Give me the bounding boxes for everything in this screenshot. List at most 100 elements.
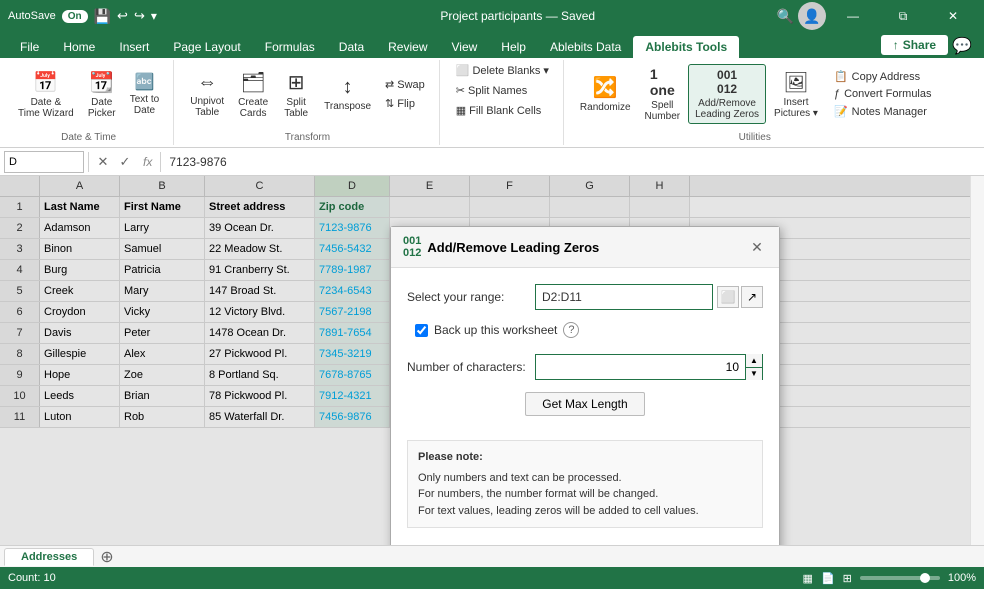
comment-button[interactable]: 💬 [948, 36, 976, 56]
date-picker-button[interactable]: 📆 DatePicker [82, 67, 122, 122]
tab-page-layout[interactable]: Page Layout [161, 36, 252, 58]
formula-buttons: ✕ ✓ [93, 152, 135, 172]
leading-zeros-dialog: 001012 Add/Remove Leading Zeros ✕ Select… [390, 226, 780, 545]
share-button[interactable]: ↑ Share [881, 35, 948, 55]
split-names-button[interactable]: ✂ Split Names [450, 82, 534, 99]
copy-address-icon: 📋 [834, 70, 848, 83]
tab-data[interactable]: Data [327, 36, 376, 58]
close-button[interactable]: ✕ [930, 0, 976, 32]
copy-address-button[interactable]: 📋 Copy Address [830, 69, 936, 84]
datetime-group-label: Date & Time [61, 128, 116, 143]
dialog-title-icon: 001012 [403, 235, 421, 259]
tab-file[interactable]: File [8, 36, 51, 58]
chars-row: Number of characters: ▲ ▼ [407, 354, 763, 380]
ribbon-group-transform: ⇔ UnpivotTable 🗂 CreateCards ⊞ SplitTabl… [176, 60, 440, 145]
get-max-length-button[interactable]: Get Max Length [525, 392, 644, 416]
date-time-wizard-button[interactable]: 📅 Date &Time Wizard [12, 67, 80, 122]
name-box[interactable]: D [4, 151, 84, 173]
dialog-close-button[interactable]: ✕ [747, 237, 767, 257]
autosave-toggle[interactable]: On [62, 10, 88, 23]
unpivot-table-button[interactable]: ⇔ UnpivotTable [184, 68, 230, 121]
dialog-body: Select your range: D2:D11 ⬜ ↗ [391, 268, 779, 545]
randomize-icon: 🔀 [593, 75, 618, 100]
status-right: ▦ 📄 ⊞ 100% [803, 572, 976, 585]
convert-formulas-icon: ƒ [834, 88, 840, 100]
backup-checkbox[interactable] [415, 324, 428, 337]
create-cards-button[interactable]: 🗂 CreateCards [232, 67, 274, 122]
search-icon[interactable]: 🔍 [777, 8, 794, 25]
cancel-formula-button[interactable]: ✕ [93, 152, 113, 172]
sheet-tabs: Addresses ⊕ [0, 545, 984, 567]
spin-down-button[interactable]: ▼ [746, 368, 762, 381]
delete-blanks-button[interactable]: ⬜ Delete Blanks ▾ [450, 62, 555, 79]
insert-pictures-icon: 🖼 [783, 70, 808, 95]
tab-ablebits-tools[interactable]: Ablebits Tools [633, 36, 739, 58]
normal-view-icon[interactable]: ▦ [803, 572, 813, 585]
undo-icon[interactable]: ↩ [117, 8, 128, 24]
range-expand-button[interactable]: ⬜ [717, 286, 739, 308]
tab-insert[interactable]: Insert [107, 36, 161, 58]
transpose-button[interactable]: ↕ Transpose [318, 73, 377, 115]
transpose-icon: ↕ [343, 76, 353, 99]
utilities-group-label: Utilities [739, 128, 771, 143]
zoom-slider[interactable] [860, 576, 940, 580]
zoom-thumb [920, 573, 930, 583]
cards-icon: 🗂 [240, 70, 265, 95]
notes-manager-button[interactable]: 📝 Notes Manager [830, 104, 936, 119]
redo-icon[interactable]: ↪ [134, 8, 145, 24]
tab-view[interactable]: View [440, 36, 490, 58]
tab-home[interactable]: Home [51, 36, 107, 58]
tab-formulas[interactable]: Formulas [253, 36, 327, 58]
ribbon-group-edit: ⬜ Delete Blanks ▾ ✂ Split Names ▦ Fill B… [442, 60, 564, 145]
spell-number-button[interactable]: 1one SpellNumber [639, 63, 687, 125]
share-icon: ↑ [893, 38, 899, 52]
split-table-button[interactable]: ⊞ SplitTable [276, 67, 316, 122]
fill-blank-cells-button[interactable]: ▦ Fill Blank Cells [450, 102, 548, 119]
page-break-icon[interactable]: ⊞ [843, 572, 852, 585]
vertical-scrollbar[interactable] [970, 176, 984, 545]
minimize-button[interactable]: — [830, 0, 876, 32]
convert-formulas-button[interactable]: ƒ Convert Formulas [830, 87, 936, 101]
sheet-tab-addresses[interactable]: Addresses [4, 548, 94, 566]
note-title: Please note: [418, 449, 752, 466]
ribbon-utilities-items: 🔀 Randomize 1one SpellNumber 001012 Add/… [574, 62, 936, 126]
save-icon[interactable]: 💾 [94, 8, 111, 25]
range-input[interactable]: D2:D11 [535, 284, 713, 310]
flip-button[interactable]: ⇅ Flip [379, 95, 431, 112]
quick-access-icon[interactable]: ▾ [151, 9, 157, 23]
text-to-date-button[interactable]: 🔤 Text toDate [124, 69, 165, 119]
chars-input-wrap: ▲ ▼ [535, 354, 763, 380]
restore-button[interactable]: ⧉ [880, 0, 926, 32]
tab-review[interactable]: Review [376, 36, 439, 58]
page-layout-icon[interactable]: 📄 [821, 572, 835, 585]
spreadsheet: A B C D E F G H 1 Last Name First Name S… [0, 176, 970, 545]
backup-label[interactable]: Back up this worksheet [434, 323, 557, 337]
dialog-title-text: Add/Remove Leading Zeros [427, 240, 741, 255]
insert-pictures-button[interactable]: 🖼 InsertPictures ▾ [768, 67, 824, 122]
profile-button[interactable]: 👤 [798, 2, 826, 30]
title-bar-left: AutoSave On 💾 ↩ ↪ ▾ [8, 8, 259, 25]
date-time-wizard-icon: 📅 [33, 70, 58, 95]
randomize-button[interactable]: 🔀 Randomize [574, 72, 637, 116]
utilities-stack: 📋 Copy Address ƒ Convert Formulas 📝 Note… [826, 69, 936, 119]
formula-separator [88, 152, 89, 172]
swap-button[interactable]: ⇄ Swap [379, 76, 431, 93]
spin-up-button[interactable]: ▲ [746, 354, 762, 368]
leading-zeros-button[interactable]: 001012 Add/RemoveLeading Zeros [688, 64, 766, 124]
add-sheet-button[interactable]: ⊕ [96, 547, 117, 567]
dialog-overlay: 001012 Add/Remove Leading Zeros ✕ Select… [0, 176, 970, 545]
dialog-title-bar: 001012 Add/Remove Leading Zeros ✕ [391, 227, 779, 268]
formula-input[interactable]: 7123-9876 [165, 151, 980, 173]
ribbon-group-utilities: 🔀 Randomize 1one SpellNumber 001012 Add/… [566, 60, 944, 145]
tab-help[interactable]: Help [489, 36, 538, 58]
confirm-formula-button[interactable]: ✓ [115, 152, 135, 172]
tab-ablebits-data[interactable]: Ablebits Data [538, 36, 633, 58]
ribbon-edit-items: ⬜ Delete Blanks ▾ ✂ Split Names ▦ Fill B… [450, 62, 555, 137]
swap-flip-group: ⇄ Swap ⇅ Flip [379, 76, 431, 112]
fx-label: fx [139, 155, 156, 169]
range-select-button[interactable]: ↗ [741, 286, 763, 308]
backup-help-icon[interactable]: ? [563, 322, 579, 338]
ribbon-group-datetime: 📅 Date &Time Wizard 📆 DatePicker 🔤 Text … [4, 60, 174, 145]
chars-input[interactable] [536, 355, 745, 379]
spell-number-icon: 1one [650, 66, 675, 98]
